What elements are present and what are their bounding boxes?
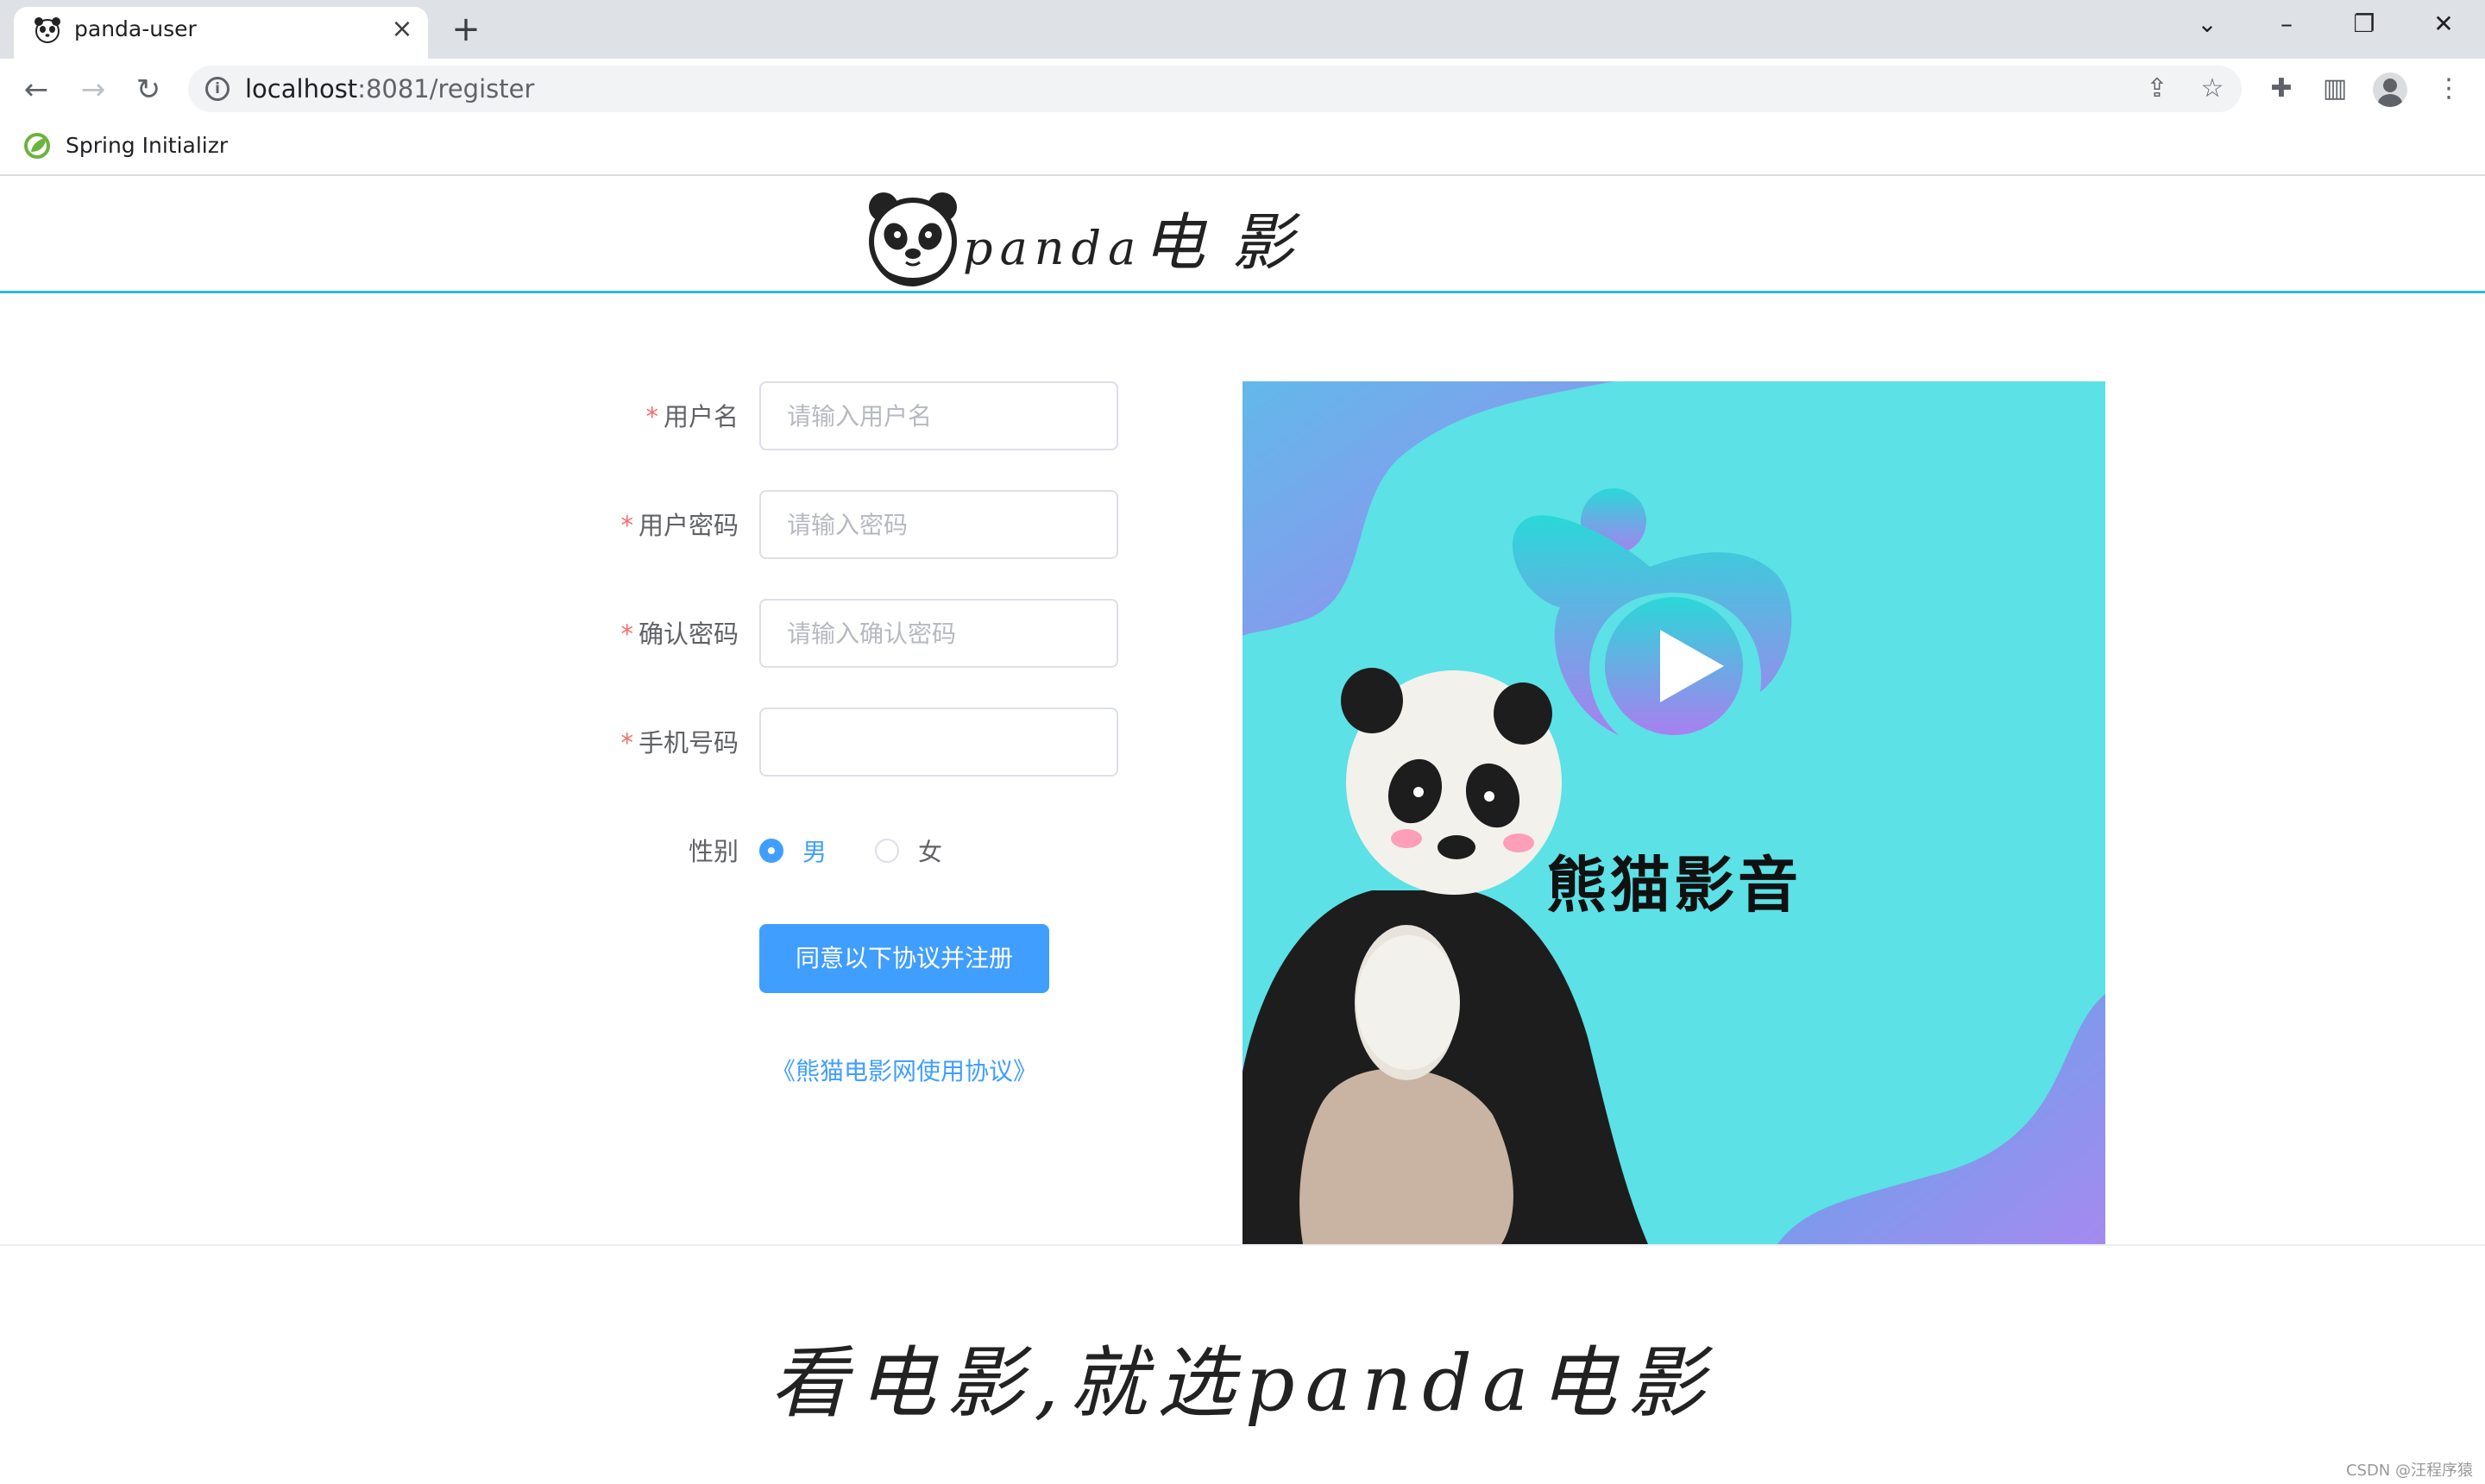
radio-unchecked-icon[interactable] — [875, 839, 899, 863]
panda-favicon-icon — [35, 17, 60, 43]
browser-toolbar: ← → ↻ i localhost:8081/register ⇪ ☆ ✚ ▥ … — [0, 59, 2485, 119]
gender-label: 性别 — [688, 837, 739, 866]
radio-checked-icon[interactable] — [759, 839, 783, 863]
user-agreement-link[interactable]: 《熊猫电影网使用协议》 — [759, 1053, 1049, 1087]
footer-slogan: 看电影,就选panda电影 — [770, 1338, 1715, 1429]
share-icon[interactable]: ⇪ — [2140, 72, 2174, 106]
gender-row: 性别 男 女 — [518, 816, 1122, 885]
phone-input[interactable] — [759, 707, 1118, 777]
site-info-icon[interactable]: i — [205, 77, 230, 101]
close-window-icon[interactable]: ✕ — [2419, 5, 2468, 43]
username-label: * 用户名 — [645, 402, 739, 431]
forward-arrow-icon[interactable]: → — [74, 71, 112, 109]
profile-avatar-icon[interactable] — [2373, 72, 2407, 107]
play-logo-icon — [1512, 488, 1792, 735]
side-panel-icon[interactable]: ▥ — [2316, 70, 2354, 108]
confirm-password-row: * 确认密码 — [518, 599, 1122, 668]
password-row: * 用户密码 — [518, 490, 1122, 559]
extensions-puzzle-icon[interactable]: ✚ — [2262, 70, 2300, 108]
phone-label: * 手机号码 — [620, 728, 739, 758]
site-header: panda电 影 — [0, 178, 2485, 293]
username-input[interactable] — [759, 381, 1118, 450]
tab-search-chevron-icon[interactable]: ⌄ — [2183, 5, 2231, 43]
browser-tab[interactable]: panda-user × — [14, 7, 428, 59]
url-text[interactable]: localhost:8081/register — [245, 74, 534, 104]
password-input[interactable] — [759, 490, 1118, 559]
minimize-window-icon[interactable]: – — [2262, 5, 2311, 43]
promo-image: 熊猫影音 — [1242, 381, 2105, 1244]
tab-close-icon[interactable]: × — [387, 14, 418, 45]
browser-menu-icon[interactable]: ⋮ — [2430, 70, 2468, 108]
promo-illustration — [1242, 381, 2105, 1244]
username-row: * 用户名 — [518, 381, 1122, 450]
reload-icon[interactable]: ↻ — [129, 71, 167, 109]
new-tab-button[interactable]: + — [447, 10, 485, 48]
bookmark-spring-initializr[interactable]: Spring Initializr — [66, 133, 228, 158]
agree-and-register-button[interactable]: 同意以下协议并注册 — [759, 924, 1049, 993]
gender-radio-female[interactable]: 女 — [875, 835, 942, 866]
register-section: *用户名 *用户密码 *确认密码 *手机号码 性别 男 女 同意以下协议并注册 … — [0, 295, 2485, 1244]
site-logo-text: panda电 影 — [963, 206, 1298, 279]
gender-radio-male[interactable]: 男 — [759, 835, 827, 866]
bookmark-star-icon[interactable]: ☆ — [2195, 72, 2230, 106]
address-bar[interactable]: i localhost:8081/register ⇪ ☆ — [188, 66, 2242, 112]
promo-title: 熊猫影音 — [1546, 850, 1802, 921]
back-arrow-icon[interactable]: ← — [17, 71, 55, 109]
confirm-password-label: * 确认密码 — [620, 619, 739, 649]
phone-row: * 手机号码 — [518, 707, 1122, 777]
bookmarks-bar: Spring Initializr — [0, 119, 2485, 176]
panda-logo-icon — [869, 192, 957, 286]
footer-divider — [0, 1244, 2485, 1246]
password-label: * 用户密码 — [620, 511, 739, 540]
tab-title: panda-user — [74, 16, 197, 41]
browser-tab-strip: panda-user × + ⌄ – ❐ ✕ — [0, 0, 2485, 59]
spring-leaf-icon — [24, 133, 50, 159]
panda-photo — [1242, 668, 1648, 1244]
watermark-text: CSDN @汪程序猿 — [2345, 1462, 2473, 1480]
restore-window-icon[interactable]: ❐ — [2340, 5, 2388, 43]
confirm-password-input[interactable] — [759, 599, 1118, 668]
